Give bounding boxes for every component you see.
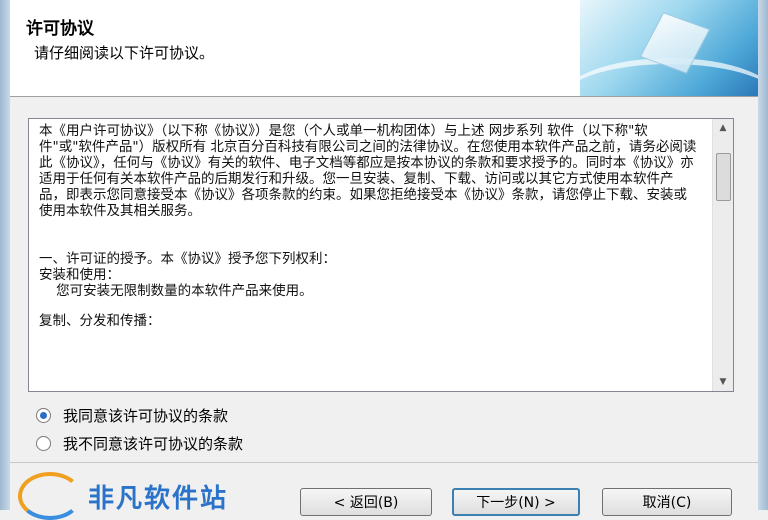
window-frame-left xyxy=(0,0,10,510)
site-logo: 非凡软件站 xyxy=(18,472,228,520)
page-subtitle: 请仔细阅读以下许可协议。 xyxy=(34,44,215,62)
license-content: 本《用户许可协议》（以下称《协议》）是您（个人或单一机构团体）与上述 网步系列 … xyxy=(39,123,699,385)
next-button[interactable]: 下一步(N) > xyxy=(452,488,580,516)
vertical-scrollbar[interactable]: ▲ ▼ xyxy=(712,119,733,391)
page-title: 许可协议 xyxy=(26,19,94,39)
decline-label[interactable]: 我不同意该许可协议的条款 xyxy=(63,433,243,454)
window-frame-right xyxy=(758,0,768,510)
logo-swirl-icon xyxy=(18,472,82,520)
license-text-area[interactable]: 本《用户许可协议》（以下称《协议》）是您（个人或单一机构团体）与上述 网步系列 … xyxy=(28,118,734,392)
license-paragraph: 本《用户许可协议》（以下称《协议》）是您（个人或单一机构团体）与上述 网步系列 … xyxy=(39,123,697,219)
logo-text: 非凡软件站 xyxy=(88,483,229,514)
scroll-down-arrow-icon[interactable]: ▼ xyxy=(713,373,733,391)
accept-option[interactable]: 我同意该许可协议的条款 xyxy=(36,405,228,426)
scroll-up-arrow-icon[interactable]: ▲ xyxy=(713,119,733,137)
wizard-header: 许可协议 请仔细阅读以下许可协议。 xyxy=(10,0,758,97)
back-button[interactable]: < 返回(B) xyxy=(300,488,432,516)
decline-option[interactable]: 我不同意该许可协议的条款 xyxy=(36,433,243,454)
accept-label[interactable]: 我同意该许可协议的条款 xyxy=(63,405,228,426)
accept-radio[interactable] xyxy=(36,408,51,423)
cancel-button[interactable]: 取消(C) xyxy=(602,488,732,516)
header-banner-image xyxy=(580,0,758,96)
decline-radio[interactable] xyxy=(36,436,51,451)
license-paragraph: 复制、分发和传播： xyxy=(39,313,161,329)
license-paragraph: 一、许可证的授予。本《协议》授予您下列权利： 安装和使用： 您可安装无限制数量的… xyxy=(39,251,336,299)
scrollbar-thumb[interactable] xyxy=(716,153,731,201)
